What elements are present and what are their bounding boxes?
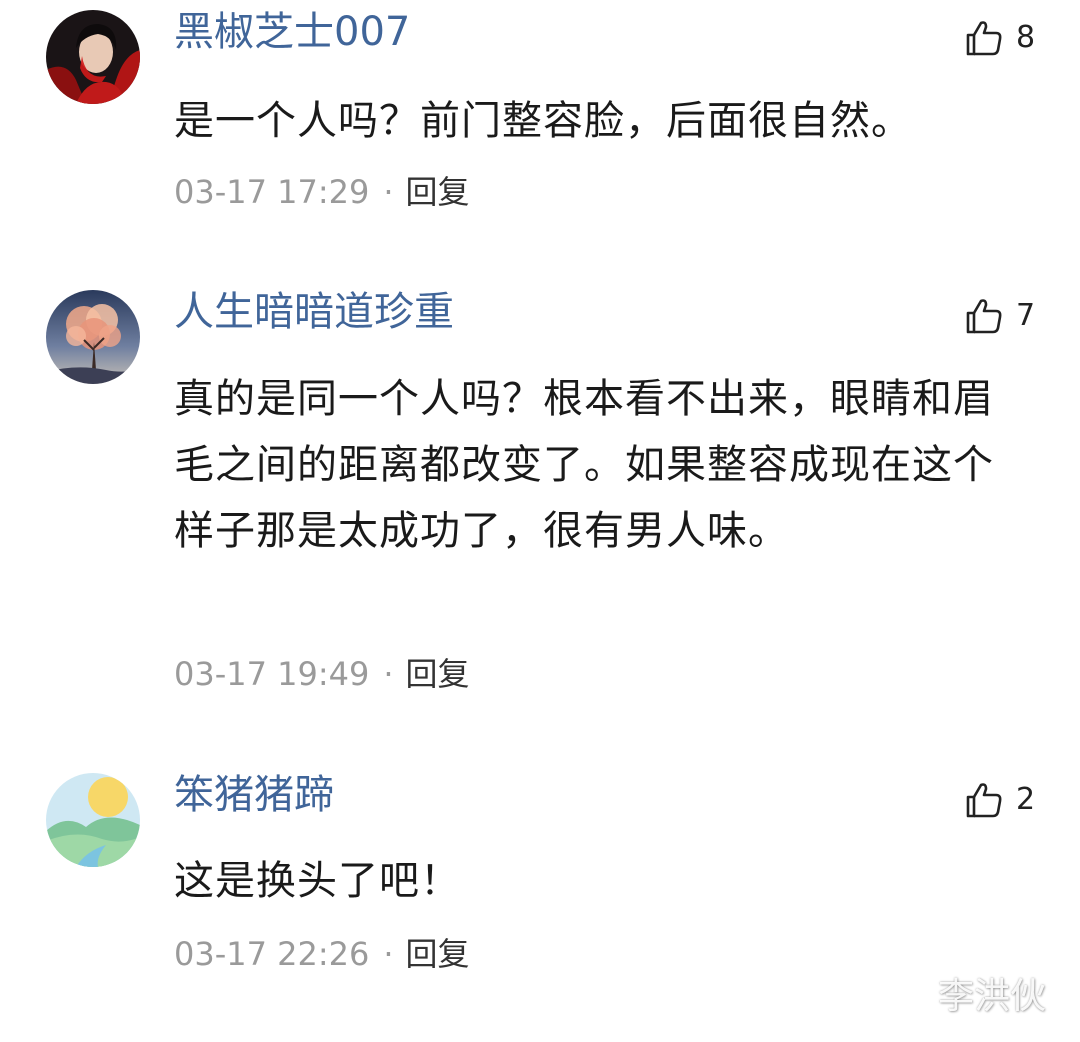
separator-dot: · — [383, 173, 394, 211]
like-button[interactable]: 2 — [964, 778, 1035, 822]
thumbs-up-icon — [966, 299, 1002, 334]
avatar[interactable] — [46, 773, 140, 867]
person-in-red-avatar-icon — [46, 10, 140, 104]
timestamp: 03-17 19:49 — [174, 655, 370, 693]
like-count: 7 — [1016, 298, 1036, 333]
username[interactable]: 人生暗暗道珍重 — [174, 287, 454, 337]
like-button[interactable]: 7 — [964, 294, 1035, 338]
like-count: 2 — [1016, 782, 1036, 817]
timestamp: 03-17 22:26 — [174, 935, 370, 973]
watermark: 李洪伙 — [938, 976, 1047, 1017]
thumbs-up-icon — [966, 783, 1002, 818]
comment-text: 真的是同一个人吗？根本看不出来，眼睛和眉毛之间的距离都改变了。如果整容成现在这个… — [174, 376, 994, 554]
comment-meta: 03-17 22:26 · 回复 — [174, 932, 470, 976]
username[interactable]: 笨猪猪蹄 — [174, 770, 334, 820]
comment-meta: 03-17 17:29 · 回复 — [174, 170, 470, 214]
blossom-tree-avatar-icon — [46, 290, 140, 384]
comment-meta: 03-17 19:49 · 回复 — [174, 652, 470, 696]
thumbs-up-icon — [966, 21, 1002, 56]
reply-button[interactable]: 回复 — [406, 935, 470, 973]
like-count: 8 — [1016, 20, 1036, 55]
reply-button[interactable]: 回复 — [406, 655, 470, 693]
separator-dot: · — [383, 935, 394, 973]
timestamp: 03-17 17:29 — [174, 173, 370, 211]
landscape-sun-avatar-icon — [46, 773, 140, 867]
username[interactable]: 黑椒芝士007 — [174, 7, 410, 57]
separator-dot: · — [383, 655, 394, 693]
comment-text: 这是换头了吧！ — [174, 858, 461, 904]
avatar[interactable] — [46, 10, 140, 104]
avatar[interactable] — [46, 290, 140, 384]
comment-text: 是一个人吗？前门整容脸，后面很自然。 — [174, 98, 912, 144]
reply-button[interactable]: 回复 — [406, 173, 470, 211]
like-button[interactable]: 8 — [964, 16, 1035, 60]
